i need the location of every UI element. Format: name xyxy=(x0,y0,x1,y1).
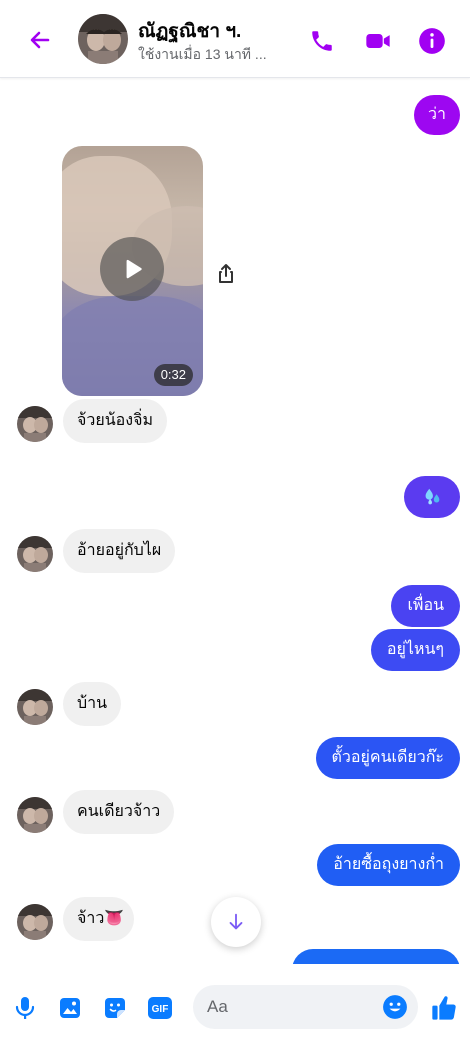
sender-avatar[interactable] xyxy=(17,536,53,572)
message-outgoing[interactable] xyxy=(292,949,460,964)
conversation-header: ณัฏฐณิชา ฯ. ใช้งานเมื่อ 13 นาที ... xyxy=(0,0,470,78)
message-outgoing[interactable]: เพื่อน xyxy=(391,585,460,627)
message-incoming[interactable]: บ้าน xyxy=(63,682,122,726)
message-text: จ้าว👅 xyxy=(77,910,125,927)
contact-name[interactable]: ณัฏฐณิชา ฯ. xyxy=(138,16,241,46)
active-status: ใช้งานเมื่อ 13 นาที ... xyxy=(138,46,267,62)
message-outgoing[interactable]: ตั้วอยู่คนเดียวก๊ะ xyxy=(315,737,460,779)
message-input-container[interactable] xyxy=(193,985,418,1029)
play-button[interactable] xyxy=(100,237,164,301)
message-outgoing[interactable]: อยู่ไหนๆ xyxy=(370,629,460,671)
video-duration: 0:32 xyxy=(153,364,193,386)
audio-call-button[interactable] xyxy=(305,24,339,58)
contact-avatar[interactable] xyxy=(78,14,128,64)
arrow-down-icon xyxy=(229,913,243,930)
message-incoming[interactable]: อ้ายอยู่กับไผ xyxy=(63,529,176,573)
sender-avatar[interactable] xyxy=(17,689,53,725)
sender-avatar[interactable] xyxy=(17,406,53,442)
scroll-to-bottom-button[interactable] xyxy=(211,897,261,947)
image-icon xyxy=(60,998,80,1018)
message-outgoing[interactable]: อ้ายซื้อถุงยางก่ำ xyxy=(317,844,460,886)
back-button[interactable] xyxy=(22,22,58,58)
phone-icon xyxy=(312,31,332,51)
message-incoming[interactable]: จ้าว👅 xyxy=(63,897,135,941)
info-icon xyxy=(419,28,445,54)
video-call-button[interactable] xyxy=(361,24,395,58)
sticker-icon xyxy=(105,998,125,1018)
sender-avatar[interactable] xyxy=(17,904,53,940)
emoji-button[interactable] xyxy=(382,994,408,1020)
message-composer: GIF xyxy=(0,975,470,1040)
sweat-droplets-icon xyxy=(425,488,440,505)
sender-avatar[interactable] xyxy=(17,797,53,833)
message-incoming[interactable]: จ้วยน้องจิ่ม xyxy=(63,399,168,443)
gif-button[interactable]: GIF xyxy=(147,995,173,1021)
message-input[interactable] xyxy=(207,985,377,1029)
play-icon xyxy=(126,259,142,279)
send-like-button[interactable] xyxy=(430,994,458,1022)
message-outgoing[interactable] xyxy=(404,476,460,518)
voice-clip-button[interactable] xyxy=(12,995,38,1021)
thumbs-up-icon xyxy=(432,996,456,1020)
message-list[interactable]: ว่า 0:32 จ้วยน้องจิ่ม อ้ายอยู่กับไผ เพื่… xyxy=(0,79,470,964)
share-button[interactable] xyxy=(214,262,238,286)
back-arrow-icon xyxy=(30,31,50,49)
conversation-info-button[interactable] xyxy=(415,24,449,58)
message-incoming[interactable]: คนเดียวจ้าว xyxy=(63,790,175,834)
gif-icon: GIF xyxy=(148,997,172,1019)
gif-label: GIF xyxy=(152,1004,169,1015)
emoji-icon xyxy=(383,995,407,1019)
video-camera-icon xyxy=(366,34,390,48)
microphone-icon xyxy=(15,997,35,1019)
sticker-button[interactable] xyxy=(102,995,128,1021)
photo-button[interactable] xyxy=(57,995,83,1021)
share-icon xyxy=(219,264,233,283)
message-outgoing[interactable]: ว่า xyxy=(414,95,460,135)
video-attachment[interactable]: 0:32 xyxy=(62,146,203,396)
